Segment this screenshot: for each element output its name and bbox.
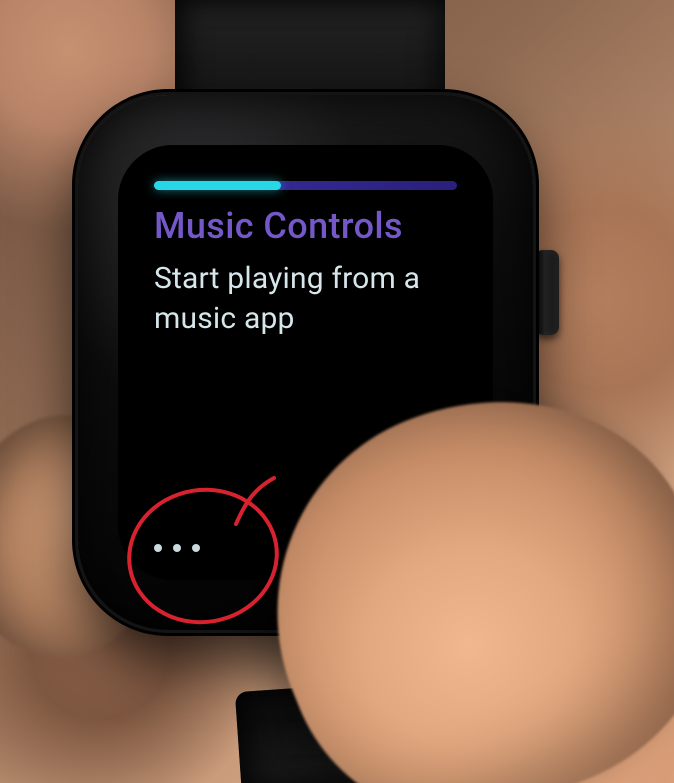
side-button-right[interactable] [535, 250, 559, 335]
more-dots-indicator[interactable] [154, 544, 200, 552]
dot-icon [192, 544, 200, 552]
screen-title: Music Controls [154, 205, 457, 247]
dot-icon [173, 544, 181, 552]
dot-icon [154, 544, 162, 552]
photo-scene: Music Controls Start playing from a musi… [0, 0, 674, 783]
progress-bar-track [154, 181, 457, 190]
screen-body-text: Start playing from a music app [154, 259, 463, 338]
body-line-2: music app [154, 301, 295, 336]
progress-bar-fill [154, 181, 281, 190]
body-line-1: Start playing from a [154, 261, 420, 296]
